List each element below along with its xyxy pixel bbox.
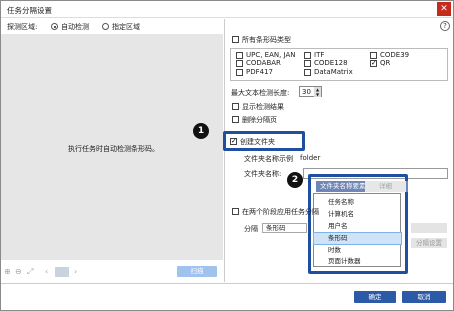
folder-example-value: folder (300, 154, 321, 162)
delete-partial-label: 删除分隔页 (242, 116, 277, 124)
pdf417-label: PDF417 (246, 68, 273, 76)
pdf417-checkbox[interactable] (236, 69, 243, 76)
show-results-label: 显示检测结果 (242, 103, 284, 111)
create-folder-label: 创建文件夹 (240, 138, 275, 146)
qr-label: QR (380, 59, 391, 67)
prev-page-icon[interactable]: ‹ (45, 267, 48, 276)
detail-button[interactable]: 详细 (365, 181, 406, 192)
fit-icon[interactable]: ⤢ (27, 267, 33, 277)
step2-badge: 2 (287, 172, 303, 188)
menu-item-computer-name[interactable]: 计算机名 (314, 209, 401, 220)
show-results-checkbox[interactable] (232, 103, 239, 110)
menu-item-job-name[interactable]: 任务名称 (314, 197, 401, 208)
menu-item-time[interactable]: 时数 (314, 245, 401, 256)
code39-checkbox[interactable] (370, 52, 377, 59)
ok-button[interactable]: 确定 (354, 291, 396, 303)
preview-pane: 执行任务时自动检测条形码。 (1, 34, 223, 260)
window-title: 任务分隔设置 (7, 6, 52, 15)
upc-label: UPC, EAN, JAN (246, 51, 296, 59)
preview-message: 执行任务时自动检测条形码。 (68, 145, 159, 153)
qr-checkbox[interactable] (370, 59, 377, 67)
menu-item-user-name[interactable]: 用户名 (314, 221, 401, 232)
menu-item-page-counter[interactable]: 页面计数器 (314, 256, 401, 267)
specify-area-radio[interactable] (102, 23, 109, 30)
dropdown-label: 文件夹名称要素 (320, 182, 366, 190)
all-barcode-types-label: 所有条形码类型 (242, 36, 291, 44)
split-arrow-box[interactable] (411, 223, 447, 233)
itf-checkbox[interactable] (304, 52, 311, 59)
title-bar: 任务分隔设置 ✕ (1, 1, 453, 18)
codabar-checkbox[interactable] (236, 60, 243, 67)
close-button[interactable]: ✕ (437, 2, 451, 16)
folder-element-menu: 任务名称 计算机名 用户名 条形码 时数 页面计数器 (313, 193, 402, 267)
page-indicator (55, 267, 69, 277)
max-length-value: 30 (302, 88, 311, 96)
split-select[interactable]: 条形码 (262, 223, 307, 233)
menu-item-barcode[interactable]: 条形码 (313, 232, 402, 245)
cancel-button[interactable]: 取消 (402, 291, 446, 303)
datamatrix-checkbox[interactable] (304, 69, 311, 76)
zoom-out-icon[interactable]: ⊖ (15, 267, 22, 276)
next-page-icon[interactable]: › (74, 267, 77, 276)
max-length-label: 最大文本检测长度: (231, 89, 290, 97)
itf-label: ITF (314, 51, 325, 59)
zoom-in-icon[interactable]: ⊕ (4, 267, 11, 276)
create-folder-checkbox[interactable] (230, 137, 237, 145)
help-icon[interactable]: ? (440, 21, 450, 31)
code128-label: CODE128 (314, 59, 348, 67)
codabar-label: CODABAR (246, 59, 281, 67)
all-barcode-types-checkbox[interactable] (232, 36, 239, 43)
folder-example-label: 文件夹名称示例 (244, 155, 293, 163)
step1-badge: 1 (193, 123, 209, 139)
scan-button[interactable]: 扫描 (177, 266, 217, 277)
auto-detect-label: 自动检测 (61, 23, 89, 31)
split-label: 分隔 (244, 225, 258, 233)
delete-partial-checkbox[interactable] (232, 116, 239, 123)
split-settings-button[interactable]: 分隔设置 (411, 238, 447, 248)
code128-checkbox[interactable] (304, 60, 311, 67)
upc-checkbox[interactable] (236, 52, 243, 59)
folder-name-label: 文件夹名称: (244, 170, 282, 178)
detect-area-label: 探测区域: (7, 23, 38, 31)
auto-detect-radio[interactable] (51, 23, 58, 30)
specify-area-label: 指定区域 (112, 23, 140, 31)
two-stage-label: 在两个阶段应用任务分隔 (242, 208, 319, 216)
datamatrix-label: DataMatrix (314, 68, 353, 76)
stepper-down-icon[interactable]: ▼ (314, 92, 321, 97)
two-stage-checkbox[interactable] (232, 208, 239, 215)
detect-area-bar: 探测区域: 自动检测 指定区域 (1, 19, 223, 33)
code39-label: CODE39 (380, 51, 410, 59)
